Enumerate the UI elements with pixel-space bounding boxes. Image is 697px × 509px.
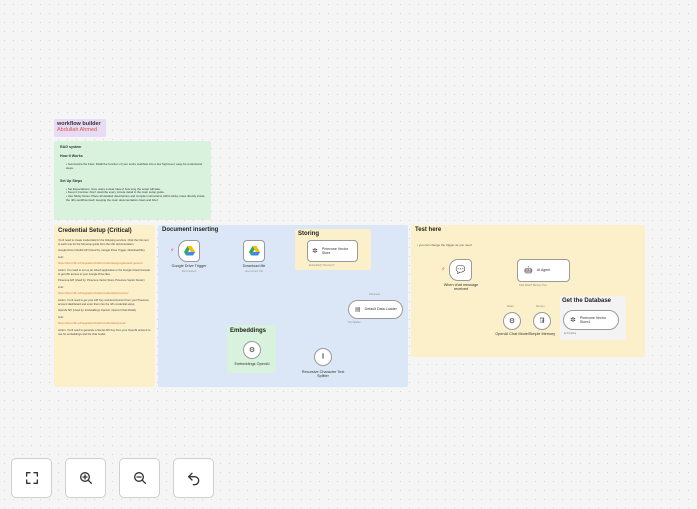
database-icon: 🛢 [538, 318, 546, 324]
author-name: Abdullah Ahmed [57, 127, 98, 133]
simple-memory-node[interactable]: 🛢 [533, 312, 551, 330]
credential-body: You'll need to create credentials for th… [58, 239, 151, 336]
openai-icon: ⚙ [248, 346, 256, 354]
undo-icon [187, 472, 199, 486]
text-splitter-label: Recursive Character Text Splitter [301, 370, 345, 378]
simple-memory-port: Memory [536, 305, 545, 308]
default-loader-port-bottom: Text Splitter [348, 321, 361, 324]
how-it-works-heading: How It Works [60, 154, 83, 158]
default-data-loader-node[interactable]: ▤ Default Data Loader [348, 300, 403, 319]
google-drive-icon [183, 246, 195, 256]
zoom-in-icon [79, 472, 92, 484]
undo-button[interactable] [173, 458, 214, 498]
zoom-out-icon [133, 472, 146, 484]
credential-paragraph: Action: You'll need to generate a Secret… [58, 328, 151, 336]
title-sticky-note[interactable]: workflow builder Abdullah Ahmed [54, 119, 106, 137]
credential-heading: Credential Setup (Critical) [58, 228, 132, 234]
zoom-out-button[interactable] [119, 458, 160, 498]
document-inserting-title: Document inserting [162, 227, 219, 233]
download-file-label: Download file [242, 264, 266, 268]
rag-heading: RAG system [60, 145, 82, 149]
credential-paragraph: OpenAI API (Used by: Embeddings OpenAI, … [58, 309, 136, 313]
ai-agent-ports: Chat Model* Memory Tool [519, 284, 547, 287]
trigger-bolt-icon: ⚡ [170, 248, 175, 254]
google-drive-trigger-label: Google Drive Trigger [171, 264, 207, 268]
pinecone-store-ports: Embedding* Document* [309, 264, 335, 267]
credential-doc-link[interactable]: https://docs.n8n.io/integrations/builtin… [58, 322, 151, 326]
zoom-in-button[interactable] [65, 458, 106, 498]
credential-doc-link[interactable]: https://docs.n8n.io/integrations/builtin… [58, 262, 151, 266]
pinecone-vector-store-node[interactable]: ✲ Pinecone Vector Store [307, 240, 358, 262]
setup-steps-heading: Set Up Steps [60, 178, 83, 183]
credential-paragraph: Link: [58, 315, 64, 319]
fit-view-icon [25, 472, 38, 484]
fit-view-button[interactable] [11, 458, 52, 498]
credential-paragraph: Link: [58, 285, 64, 289]
credential-paragraph: Action: You'll need to get your API Key … [58, 298, 149, 306]
openai-chat-port: Model [507, 305, 514, 308]
credential-paragraph: Pinecone API (Used by: Pinecone Vector S… [58, 279, 145, 283]
credential-paragraph: Action: You need to set up an OAuth appl… [58, 268, 151, 276]
test-here-title: Test here [415, 227, 442, 233]
chat-trigger-label: When chat message received [443, 283, 479, 291]
google-drive-trigger-sub: fileCreated [181, 269, 197, 273]
rag-system-sticky-note[interactable]: RAG system How It Works • Summarize the … [54, 141, 211, 220]
robot-icon: 🤖 [524, 267, 533, 274]
embeddings-title: Embeddings [230, 328, 267, 334]
credential-paragraph: Google Drive OAuth2 API (Used by: Google… [58, 249, 145, 253]
get-database-title: Get the Database [562, 298, 612, 304]
document-icon: ▤ [355, 306, 361, 313]
google-drive-icon [248, 246, 260, 256]
storing-title: Storing [298, 231, 319, 237]
text-splitter-node[interactable]: ⫼ [314, 348, 332, 366]
embeddings-openai-label: Embeddings OpenAI [234, 362, 270, 366]
ai-agent-node[interactable]: 🤖 AI Agent [517, 259, 570, 282]
openai-chat-model-label: OpenAI Chat Model [495, 332, 529, 336]
how-item: • Summarize the Flow: Distill the functi… [66, 162, 202, 170]
chat-trigger-node[interactable]: 💬 [449, 259, 472, 281]
download-file-node[interactable] [243, 240, 265, 262]
chat-bubble-icon: 💬 [455, 265, 466, 274]
credential-paragraph: Link: [58, 255, 64, 259]
splitter-icon: ⫼ [321, 354, 325, 360]
default-loader-port-top: Document [369, 293, 380, 296]
pinecone-icon: ✲ [570, 316, 576, 324]
simple-memory-label: Simple Memory [528, 332, 556, 336]
download-file-sub: download: file [244, 269, 264, 273]
chat-trigger-bolt-icon: ⚡ [441, 267, 446, 273]
embeddings-openai-node[interactable]: ⚙ [243, 341, 261, 359]
pinecone-vector-store1-node[interactable]: ✲ Pinecone Vector Store1 [563, 310, 619, 330]
pinecone-icon: ✲ [312, 247, 318, 255]
openai-icon: ⚙ [508, 317, 516, 325]
ai-agent-label: AI Agent [536, 268, 551, 273]
openai-chat-model-node[interactable]: ⚙ [503, 312, 521, 330]
pinecone-store1-port: Embedding [564, 332, 577, 335]
pinecone-vector-store1-label: Pinecone Vector Store1 [579, 315, 607, 325]
credential-setup-sticky-note[interactable]: Credential Setup (Critical) You'll need … [54, 225, 155, 387]
pinecone-vector-store-label: Pinecone Vector Store [321, 246, 349, 256]
default-data-loader-label: Default Data Loader [364, 307, 397, 312]
credential-doc-link[interactable]: https://docs.n8n.io/integrations/builtin… [58, 292, 151, 296]
test-here-note: • you can change the trigger as you need [417, 243, 472, 247]
setup-item: • Use Sticky Notes: Place all detailed d… [66, 194, 205, 202]
credential-paragraph: You'll need to create credentials for th… [58, 239, 149, 246]
google-drive-trigger-node[interactable] [178, 240, 200, 262]
